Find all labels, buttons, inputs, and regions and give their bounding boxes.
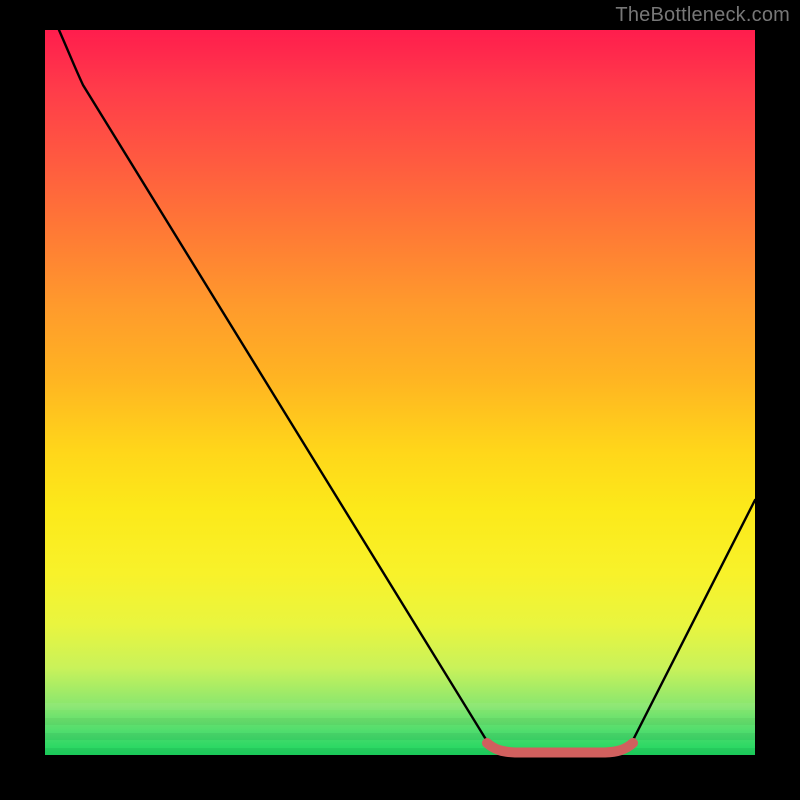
- chart-svg: [45, 30, 755, 755]
- optimal-range-marker: [487, 743, 633, 753]
- watermark-text: TheBottleneck.com: [615, 4, 790, 27]
- chart-frame: TheBottleneck.com: [0, 0, 800, 800]
- bottleneck-curve: [59, 30, 755, 753]
- plot-area: [45, 30, 755, 755]
